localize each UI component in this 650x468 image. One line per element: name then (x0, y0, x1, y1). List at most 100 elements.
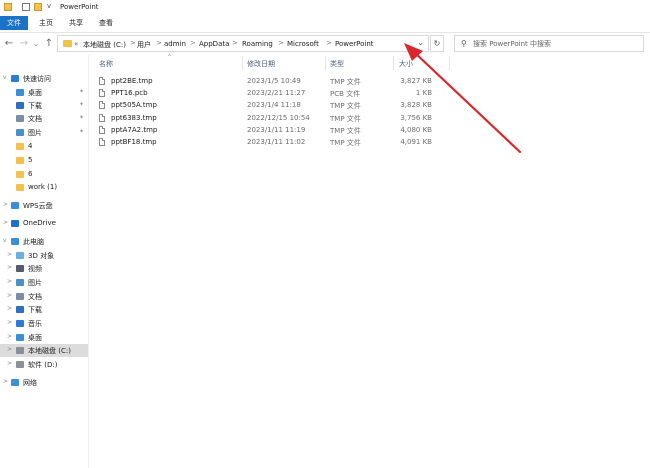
sidebar-item-label: WPS云盘 (23, 202, 53, 210)
expand-chevron-icon[interactable]: > (7, 264, 12, 271)
sidebar-item[interactable]: > OneDrive (0, 217, 88, 230)
breadcrumb-separator[interactable]: > (190, 39, 196, 47)
expand-chevron-icon[interactable]: > (7, 346, 12, 353)
table-row[interactable]: pptA7A2.tmp 2023/1/11 11:19 TMP 文件 4,080 KB (89, 124, 432, 136)
breadcrumb-appdata[interactable]: AppData (199, 40, 229, 48)
properties-icon[interactable] (22, 3, 30, 11)
sidebar-item-label: 本地磁盘 (C:) (28, 347, 71, 355)
breadcrumb-separator[interactable]: > (156, 39, 162, 47)
refresh-icon[interactable]: ↻ (430, 35, 444, 52)
expand-chevron-icon[interactable]: > (3, 219, 8, 226)
sidebar-item-label: 文档 (28, 293, 42, 301)
pin-icon: ✦ (79, 88, 85, 95)
sidebar-item[interactable]: > 桌面 (0, 331, 88, 344)
breadcrumb-roaming[interactable]: Roaming (242, 40, 273, 48)
sidebar-item[interactable]: > 软件 (D:) (0, 358, 88, 371)
sidebar-item[interactable]: 5 (0, 154, 88, 167)
navigation-bar: ← → ⌄ ↑ « 本地磁盘 (C:) > 用户 > admin > AppDa… (0, 33, 650, 55)
sidebar-item[interactable]: 文档 ✦ (0, 112, 88, 125)
quick-access-toolbar-dropdown[interactable]: v (47, 2, 51, 10)
search-box[interactable]: ⚲ (454, 35, 644, 52)
window-title: PowerPoint (60, 3, 99, 11)
sidebar-item[interactable]: > 视频 (0, 262, 88, 275)
sidebar-item[interactable]: > 音乐 (0, 317, 88, 330)
table-row[interactable]: ppt505A.tmp 2023/1/4 11:18 TMP 文件 3,828 KB (89, 99, 432, 111)
tab-file[interactable]: 文件 (0, 16, 28, 30)
sidebar-item[interactable]: > 下载 (0, 303, 88, 316)
file-date: 2023/1/5 10:49 (247, 77, 301, 85)
sidebar-item[interactable]: 下载 ✦ (0, 99, 88, 112)
breadcrumb-separator[interactable]: > (278, 39, 284, 47)
sidebar-item[interactable]: > 本地磁盘 (C:) (0, 344, 88, 357)
column-separator[interactable] (325, 56, 326, 70)
address-bar[interactable]: « 本地磁盘 (C:) > 用户 > admin > AppData > Roa… (57, 35, 429, 52)
breadcrumb-separator[interactable]: > (326, 39, 332, 47)
sidebar-item[interactable]: > 网络 (0, 376, 88, 389)
expand-chevron-icon[interactable]: > (7, 319, 12, 326)
sidebar-item[interactable]: > WPS云盘 (0, 199, 88, 212)
sidebar-item[interactable]: 4 (0, 140, 88, 153)
sidebar-item[interactable]: v 此电脑 (0, 235, 88, 248)
search-input[interactable] (473, 38, 638, 50)
tab-view[interactable]: 查看 (92, 16, 120, 30)
new-folder-icon[interactable] (34, 3, 42, 11)
sidebar-item[interactable]: > 文档 (0, 290, 88, 303)
sidebar-item[interactable]: 桌面 ✦ (0, 86, 88, 99)
table-row[interactable]: ppt2BE.tmp 2023/1/5 10:49 TMP 文件 3,827 KB (89, 75, 432, 87)
sidebar-item[interactable]: 6 (0, 168, 88, 181)
column-header-name[interactable]: 名称 (99, 59, 113, 69)
table-row[interactable]: pptBF18.tmp 2023/1/11 11:02 TMP 文件 4,091 KB (89, 136, 432, 148)
expand-chevron-icon[interactable]: > (7, 251, 12, 258)
sidebar-item[interactable]: >3D 对象 (0, 249, 88, 262)
address-overflow[interactable]: « (74, 40, 78, 48)
tab-home[interactable]: 主页 (32, 16, 60, 30)
expand-chevron-icon[interactable]: > (7, 360, 12, 367)
file-size: 4,080 KB (400, 125, 432, 134)
breadcrumb-separator[interactable]: > (232, 39, 238, 47)
file-name: ppt6383.tmp (111, 113, 157, 122)
file-type: TMP 文件 (330, 126, 361, 135)
table-row[interactable]: PPT16.pcb 2023/2/21 11:27 PCB 文件 1 KB (89, 87, 432, 99)
expand-chevron-icon[interactable]: > (3, 201, 8, 208)
breadcrumb-local-disk[interactable]: 本地磁盘 (C:) (83, 40, 126, 50)
column-separator[interactable] (242, 56, 243, 70)
breadcrumb-powerpoint[interactable]: PowerPoint (335, 40, 374, 48)
expand-chevron-icon[interactable]: > (3, 378, 8, 385)
expand-chevron-icon[interactable]: v (3, 74, 7, 81)
sidebar-item-label: 图片 (28, 129, 42, 137)
sidebar-item[interactable]: > 图片 (0, 276, 88, 289)
file-name: pptBF18.tmp (111, 138, 157, 146)
pictures-icon (16, 129, 24, 136)
column-separator[interactable] (393, 56, 394, 70)
recent-locations-chevron-icon[interactable]: ⌄ (30, 37, 42, 51)
column-separator[interactable] (449, 56, 450, 70)
expand-chevron-icon[interactable]: > (7, 278, 12, 285)
column-header-size[interactable]: 大小 (399, 59, 413, 69)
sidebar-item[interactable]: v 快速访问 (0, 72, 88, 85)
sidebar-item-label: 6 (28, 170, 33, 178)
expand-chevron-icon[interactable]: v (3, 237, 7, 244)
column-header-date[interactable]: 修改日期 (247, 59, 275, 69)
file-date: 2023/1/11 11:19 (247, 125, 306, 134)
breadcrumb-separator[interactable]: > (130, 39, 136, 47)
expand-chevron-icon[interactable]: > (7, 305, 12, 312)
expand-chevron-icon[interactable]: > (7, 333, 12, 340)
sidebar-item[interactable]: work (1) (0, 181, 88, 194)
table-row[interactable]: ppt6383.tmp 2022/12/15 10:54 TMP 文件 3,756 K… (89, 112, 432, 124)
sidebar-item-label: 此电脑 (23, 238, 44, 246)
forward-arrow-icon[interactable]: → (18, 37, 30, 51)
back-arrow-icon[interactable]: ← (3, 37, 15, 51)
breadcrumb-users[interactable]: 用户 (137, 40, 151, 50)
search-icon: ⚲ (461, 39, 467, 48)
expand-chevron-icon[interactable]: > (7, 292, 12, 299)
breadcrumb-microsoft[interactable]: Microsoft (287, 40, 319, 48)
file-icon (99, 77, 105, 85)
up-arrow-icon[interactable]: ↑ (43, 37, 55, 51)
tab-share[interactable]: 共享 (62, 16, 90, 30)
breadcrumb-admin[interactable]: admin (164, 40, 186, 48)
address-history-chevron-icon[interactable]: ⌄ (417, 38, 424, 47)
onedrive-icon (11, 220, 19, 227)
sidebar-item-label: 3D 对象 (28, 252, 55, 260)
column-header-type[interactable]: 类型 (330, 59, 344, 69)
sidebar-item[interactable]: 图片 ✦ (0, 126, 88, 139)
